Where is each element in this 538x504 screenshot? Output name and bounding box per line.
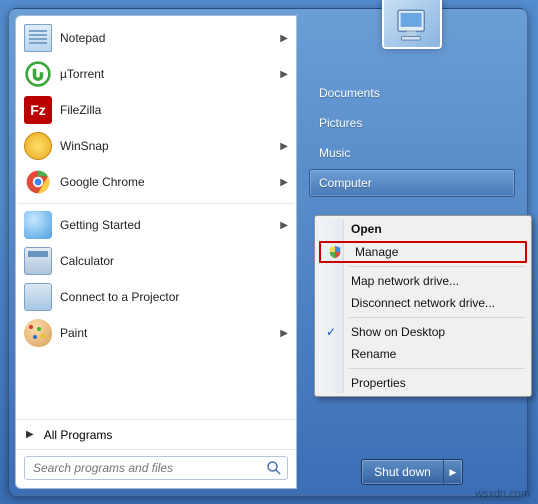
checkmark-icon: ✓ (323, 324, 339, 340)
context-menu-item-label: Show on Desktop (351, 325, 445, 339)
submenu-arrow-icon: ▶ (280, 220, 288, 231)
program-label: Notepad (60, 31, 280, 45)
context-menu-open[interactable]: Open (317, 218, 529, 240)
start-menu-left-panel: Notepad ▶ µTorrent ▶ Fz FileZilla WinSna… (15, 15, 297, 489)
calculator-icon (24, 247, 52, 275)
right-item-documents[interactable]: Documents (309, 79, 515, 107)
user-picture[interactable] (382, 0, 442, 49)
program-label: WinSnap (60, 139, 280, 153)
program-notepad[interactable]: Notepad ▶ (16, 20, 296, 56)
paint-icon (24, 319, 52, 347)
right-item-label: Pictures (319, 116, 362, 130)
right-item-label: Documents (319, 86, 380, 100)
program-getting-started[interactable]: Getting Started ▶ (16, 207, 296, 243)
context-menu-separator (349, 317, 525, 318)
program-google-chrome[interactable]: Google Chrome ▶ (16, 164, 296, 200)
context-menu-item-label: Properties (351, 376, 406, 390)
context-menu-item-label: Map network drive... (351, 274, 459, 288)
right-item-label: Computer (319, 176, 372, 190)
program-label: FileZilla (60, 103, 288, 117)
winsnap-icon (24, 132, 52, 160)
program-winsnap[interactable]: WinSnap ▶ (16, 128, 296, 164)
right-item-music[interactable]: Music (309, 139, 515, 167)
notepad-icon (24, 24, 52, 52)
program-label: µTorrent (60, 67, 280, 81)
search-input[interactable] (24, 456, 288, 480)
context-menu-disconnect-drive[interactable]: Disconnect network drive... (317, 292, 529, 314)
program-paint[interactable]: Paint ▶ (16, 315, 296, 351)
program-label: Getting Started (60, 218, 280, 232)
watermark: wsxdn.com (475, 488, 530, 500)
program-utorrent[interactable]: µTorrent ▶ (16, 56, 296, 92)
context-menu-item-label: Open (351, 222, 382, 236)
utorrent-icon (24, 60, 52, 88)
shutdown-label: Shut down (362, 460, 444, 484)
program-label: Connect to a Projector (60, 290, 288, 304)
divider (18, 203, 294, 204)
all-programs-button[interactable]: ▶ All Programs (16, 419, 296, 449)
context-menu-manage[interactable]: Manage (319, 241, 527, 263)
context-menu-item-label: Disconnect network drive... (351, 296, 495, 310)
context-menu-separator (349, 368, 525, 369)
shutdown-menu-caret[interactable]: ▶ (444, 460, 462, 484)
program-connect-projector[interactable]: Connect to a Projector (16, 279, 296, 315)
submenu-arrow-icon: ▶ (280, 69, 288, 80)
context-menu-item-label: Rename (351, 347, 396, 361)
context-menu-item-label: Manage (355, 245, 398, 259)
shutdown-row: Shut down ▶ (309, 449, 515, 485)
projector-icon (24, 283, 52, 311)
program-label: Google Chrome (60, 175, 280, 189)
program-calculator[interactable]: Calculator (16, 243, 296, 279)
search-icon (266, 460, 282, 476)
chrome-icon (24, 168, 52, 196)
right-item-pictures[interactable]: Pictures (309, 109, 515, 137)
submenu-arrow-icon: ▶ (280, 177, 288, 188)
getting-started-icon (24, 211, 52, 239)
search-row (16, 449, 296, 488)
context-menu: Open Manage Map network drive... Disconn… (314, 215, 532, 397)
filezilla-icon: Fz (24, 96, 52, 124)
submenu-arrow-icon: ▶ (280, 141, 288, 152)
uac-shield-icon (327, 244, 343, 260)
right-item-computer[interactable]: Computer (309, 169, 515, 197)
submenu-arrow-icon: ▶ (280, 33, 288, 44)
programs-list: Notepad ▶ µTorrent ▶ Fz FileZilla WinSna… (16, 16, 296, 419)
program-label: Paint (60, 326, 280, 340)
context-menu-show-on-desktop[interactable]: ✓ Show on Desktop (317, 321, 529, 343)
submenu-arrow-icon: ▶ (280, 328, 288, 339)
computer-icon (391, 5, 433, 47)
all-programs-label: All Programs (44, 428, 113, 442)
context-menu-properties[interactable]: Properties (317, 372, 529, 394)
context-menu-rename[interactable]: Rename (317, 343, 529, 365)
right-item-label: Music (319, 146, 350, 160)
program-filezilla[interactable]: Fz FileZilla (16, 92, 296, 128)
program-label: Calculator (60, 254, 288, 268)
context-menu-map-drive[interactable]: Map network drive... (317, 270, 529, 292)
context-menu-separator (349, 266, 525, 267)
triangle-right-icon: ▶ (26, 429, 34, 440)
shutdown-button[interactable]: Shut down ▶ (361, 459, 463, 485)
